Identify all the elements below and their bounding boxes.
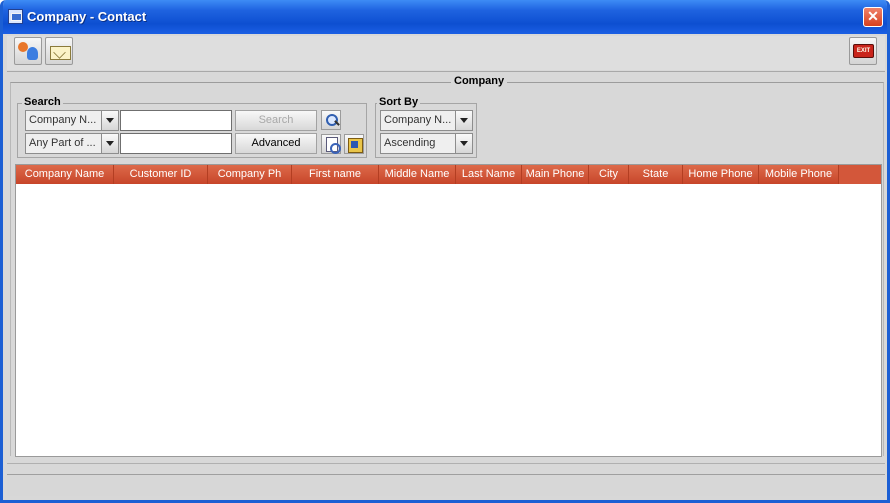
results-grid[interactable]: Company Name Customer ID Company Ph Firs… <box>15 164 882 457</box>
people-icon[interactable] <box>14 37 42 65</box>
column-header-main-phone[interactable]: Main Phone <box>522 165 589 184</box>
company-contact-window: Company - Contact ✕ EXIT Company Search … <box>0 0 890 503</box>
column-header-city[interactable]: City <box>589 165 629 184</box>
title-bar: Company - Contact ✕ <box>3 0 887 34</box>
sort-field-combo-value: Company N... <box>384 114 452 126</box>
toolbar-divider <box>7 71 885 72</box>
status-bar <box>7 474 885 496</box>
sort-order-combo[interactable]: Ascending <box>380 133 473 154</box>
search-button[interactable]: Search <box>235 110 317 131</box>
grid-header: Company Name Customer ID Company Ph Firs… <box>16 165 881 184</box>
close-button[interactable]: ✕ <box>863 7 883 27</box>
exit-label: EXIT <box>853 44 874 58</box>
magnifier-icon[interactable] <box>321 110 341 130</box>
column-header-middle-name[interactable]: Middle Name <box>379 165 456 184</box>
column-header-mobile-phone[interactable]: Mobile Phone <box>759 165 839 184</box>
advanced-button[interactable]: Advanced <box>235 133 317 154</box>
chevron-down-icon[interactable] <box>455 134 472 153</box>
column-header-company-name[interactable]: Company Name <box>16 165 114 184</box>
column-header-company-phone[interactable]: Company Ph <box>208 165 292 184</box>
search-match-combo-value: Any Part of ... <box>29 137 96 149</box>
grid-header-filler <box>839 165 881 184</box>
search-legend: Search <box>22 96 63 108</box>
search-match-combo[interactable]: Any Part of ... <box>25 133 119 154</box>
column-header-last-name[interactable]: Last Name <box>456 165 522 184</box>
search-field-combo[interactable]: Company N... <box>25 110 119 131</box>
mail-icon[interactable] <box>45 37 73 65</box>
column-header-home-phone[interactable]: Home Phone <box>683 165 759 184</box>
app-window-icon <box>8 9 23 24</box>
report-icon[interactable] <box>344 134 364 154</box>
chevron-down-icon[interactable] <box>101 134 118 153</box>
exit-icon[interactable]: EXIT <box>849 37 877 65</box>
column-header-state[interactable]: State <box>629 165 683 184</box>
column-header-first-name[interactable]: First name <box>292 165 379 184</box>
chevron-down-icon[interactable] <box>455 111 472 130</box>
document-search-icon[interactable] <box>321 134 341 154</box>
search-field-combo-value: Company N... <box>29 114 97 126</box>
column-header-customer-id[interactable]: Customer ID <box>114 165 208 184</box>
status-divider <box>7 463 885 464</box>
sort-legend: Sort By <box>377 96 421 108</box>
sort-order-combo-value: Ascending <box>384 137 436 149</box>
search-text-input[interactable] <box>120 110 232 131</box>
window-title: Company - Contact <box>27 9 147 24</box>
company-section-title: Company <box>451 75 508 87</box>
toolbar: EXIT <box>7 36 885 70</box>
chevron-down-icon[interactable] <box>101 111 118 130</box>
search-match-input[interactable] <box>120 133 232 154</box>
sort-field-combo[interactable]: Company N... <box>380 110 473 131</box>
